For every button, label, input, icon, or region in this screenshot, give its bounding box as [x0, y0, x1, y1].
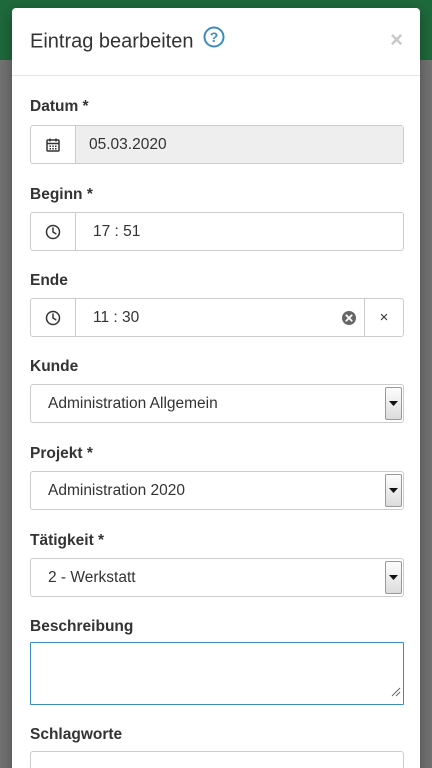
edit-entry-modal: Eintrag bearbeiten ? × Datum * 05.03.202…	[12, 8, 420, 768]
clock-icon[interactable]	[31, 213, 76, 250]
help-circle-icon[interactable]: ?	[203, 26, 225, 54]
ende-value[interactable]: 11 : 30	[76, 299, 334, 336]
modal-backdrop-right	[420, 60, 432, 768]
svg-text:?: ?	[210, 29, 219, 45]
datum-value: 05.03.2020	[76, 126, 403, 163]
beschreibung-label: Beschreibung	[30, 618, 134, 635]
projekt-select[interactable]: Administration 2020	[30, 471, 404, 510]
modal-title-text: Eintrag bearbeiten	[30, 30, 194, 53]
schlagworte-label: Schlagworte	[30, 726, 123, 743]
taetigkeit-label: Tätigkeit *	[30, 532, 105, 549]
clear-circle-icon[interactable]	[334, 299, 364, 336]
kunde-value: Administration Allgemein	[48, 394, 218, 412]
schlagworte-input[interactable]	[30, 751, 404, 768]
clock-icon[interactable]	[31, 299, 76, 336]
modal-header: Eintrag bearbeiten ? ×	[12, 8, 420, 76]
taetigkeit-value: 2 - Werkstatt	[48, 568, 136, 586]
kunde-label: Kunde	[30, 358, 79, 375]
chevron-down-icon[interactable]	[385, 561, 402, 594]
ende-label: Ende	[30, 272, 68, 289]
projekt-value: Administration 2020	[48, 481, 185, 499]
taetigkeit-select[interactable]: 2 - Werkstatt	[30, 558, 404, 597]
chevron-down-icon[interactable]	[385, 474, 402, 507]
datum-label: Datum *	[30, 98, 89, 115]
close-button[interactable]: ×	[390, 29, 403, 51]
modal-backdrop-left	[0, 60, 12, 768]
projekt-label: Projekt *	[30, 445, 93, 462]
ende-reset-button[interactable]: ×	[364, 299, 403, 336]
modal-title: Eintrag bearbeiten ?	[30, 26, 225, 54]
kunde-select[interactable]: Administration Allgemein	[30, 384, 404, 423]
beginn-value[interactable]: 17 : 51	[76, 213, 403, 250]
ende-field[interactable]: 11 : 30 ×	[30, 298, 404, 337]
resize-handle-icon[interactable]	[389, 684, 401, 702]
datum-field[interactable]: 05.03.2020	[30, 125, 404, 164]
beschreibung-textarea[interactable]	[30, 642, 404, 705]
chevron-down-icon[interactable]	[385, 387, 402, 420]
beginn-field[interactable]: 17 : 51	[30, 212, 404, 251]
calendar-icon[interactable]	[31, 126, 76, 163]
beginn-label: Beginn *	[30, 186, 93, 203]
